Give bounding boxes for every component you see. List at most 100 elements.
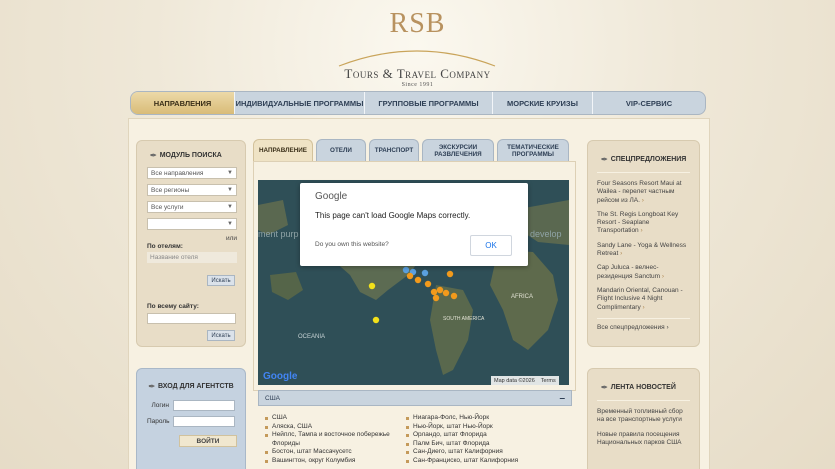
login-button[interactable]: ВОЙТИ [179,435,237,447]
or-label: или [225,235,237,242]
tab-direction[interactable]: НАПРАВЛЕНИЕ [253,139,313,161]
tab-thematic-programs[interactable]: ТЕМАТИЧЕСКИЕ ПРОГРАММЫ [497,139,569,161]
site-search-button[interactable]: Искать [207,330,235,341]
password-label: Пароль [147,418,170,425]
password-row: Пароль [147,416,235,427]
agent-title-text: ВХОД ДЛЯ АГЕНТСТВ [158,383,234,390]
site-search-input[interactable] [147,313,236,324]
dialog-ok-button[interactable]: OK [470,235,512,256]
chevron-down-icon: ▼ [227,204,233,210]
login-input[interactable] [173,400,235,411]
offer-text: Four Seasons Resort Maui at Wailea - пер… [597,180,682,204]
place-link[interactable]: Ниагара-Фолс, Нью-Йорк [406,414,566,423]
places-list-left: США Аляска, США Нейплс, Тампа и восточно… [265,414,395,466]
map-marker[interactable] [421,269,429,277]
place-link[interactable]: Нейплс, Тампа и восточное побережье Флор… [265,431,395,448]
select-regions[interactable]: Все регионы ▼ [147,184,237,196]
nav-sea-cruises[interactable]: МОРСКИЕ КРУИЗЫ [493,92,593,114]
place-link[interactable]: Бостон, штат Массачусетс [265,448,395,457]
google-logo[interactable]: Google [263,371,297,382]
all-offers-text: Все спецпредложения [597,323,665,331]
watermark-left: ment purp [258,229,299,239]
offer-text: The St. Regis Longboat Key Resort - Seap… [597,210,679,235]
nav-individual-programs[interactable]: ИНДИВИДУАЛЬНЫЕ ПРОГРАММЫ [235,92,365,114]
nav-vip-service[interactable]: VIP-СЕРВИС [593,92,705,114]
offer-item[interactable]: Cap Juluca - велнес-резиденция Sanctum › [597,264,690,281]
site-logo[interactable]: RSB Tours & Travel Company Since 1991 [0,8,835,88]
map-marker[interactable] [442,289,450,297]
news-feed-box: ✒ ЛЕНТА НОВОСТЕЙ Временный топливный сбо… [587,368,700,469]
region-header[interactable]: США – [258,390,572,406]
tab-excursions[interactable]: ЭКСКУРСИИ РАЗВЛЕЧЕНИЯ [422,139,494,161]
tab-transport[interactable]: ТРАНСПОРТ [369,139,419,161]
pen-icon: ✒ [150,151,157,160]
news-item[interactable]: Новые правила посещения Национальных пар… [597,431,690,448]
pen-icon: ✒ [601,155,608,164]
map-marker[interactable] [402,266,410,274]
offer-item[interactable]: Four Seasons Resort Maui at Wailea - пер… [597,180,690,205]
all-offers-link[interactable]: Все спецпредложения › [597,317,690,331]
map-marker[interactable] [414,276,422,284]
places-list-right: Ниагара-Фолс, Нью-Йорк Нью-Йорк, штат Нь… [406,414,566,466]
dialog-own-site-link[interactable]: Do you own this website? [315,241,389,248]
main-nav: НАПРАВЛЕНИЯ ИНДИВИДУАЛЬНЫЕ ПРОГРАММЫ ГРУ… [130,91,706,115]
place-link[interactable]: Вашингтон, округ Колумбия [265,457,395,466]
map-marker[interactable] [430,288,438,296]
maps-error-dialog: Google This page can't load Google Maps … [300,183,528,266]
map-marker[interactable] [424,280,432,288]
chevron-down-icon: ▼ [227,221,233,227]
logo-since: Since 1991 [401,82,434,88]
watermark-right: develop [530,229,562,239]
place-link[interactable]: США [265,414,395,423]
map-marker[interactable] [368,282,376,290]
agent-login-box: ✒ ВХОД ДЛЯ АГЕНТСТВ Логин Пароль ВОЙТИ [136,368,246,469]
select-directions[interactable]: Все направления ▼ [147,167,237,179]
news-item[interactable]: Временный топливный сбор на все транспор… [597,408,690,425]
search-module-title: ✒ МОДУЛЬ ПОИСКА [147,151,235,160]
news-title: ✒ ЛЕНТА НОВОСТЕЙ [597,377,690,401]
search-title-text: МОДУЛЬ ПОИСКА [159,152,222,159]
offer-text: Mandarin Oriental, Canouan - Flight Incl… [597,286,683,311]
place-link[interactable]: Сан-Диего, штат Калифорния [406,448,566,457]
map-marker[interactable] [372,316,380,324]
offer-text: Cap Juluca - велнес-резиденция Sanctum [597,264,661,280]
agent-login-title: ✒ ВХОД ДЛЯ АГЕНТСТВ [147,382,235,391]
password-input[interactable] [173,416,235,427]
place-link[interactable]: Сан-Франциско, штат Калифорния [406,457,566,466]
tab-hotels[interactable]: ОТЕЛИ [316,139,366,161]
logo-mark: RSB [389,8,446,39]
hotel-search-button[interactable]: Искать [207,275,235,286]
place-link[interactable]: Орландо, штат Флорида [406,431,566,440]
offer-item[interactable]: Mandarin Oriental, Canouan - Flight Incl… [597,287,690,312]
offer-item[interactable]: The St. Regis Longboat Key Resort - Seap… [597,211,690,236]
map-data-label: Map data ©2026 [494,377,535,384]
map-marker[interactable] [432,294,440,302]
nav-group-programs[interactable]: ГРУППОВЫЕ ПРОГРАММЫ [365,92,493,114]
select-empty[interactable]: ▼ [147,218,237,230]
hotel-name-input[interactable]: Название отеля [147,252,237,263]
map-terms-link[interactable]: Terms [541,378,556,384]
google-logo-text: Google [263,371,298,382]
offers-title-text: СПЕЦПРЕДЛОЖЕНИЯ [610,156,687,163]
logo-arc-icon [338,50,496,67]
by-hotels-label: По отелям: [147,243,183,250]
select-services-value: Все услуги [151,203,184,211]
map-marker[interactable] [446,270,454,278]
select-services[interactable]: Все услуги ▼ [147,201,237,213]
arrow-right-icon: › [661,272,665,280]
place-link[interactable]: Палм Бич, штат Флорида [406,440,566,449]
nav-directions[interactable]: НАПРАВЛЕНИЯ [131,92,235,114]
place-link[interactable]: Аляска, США [265,423,395,432]
map-marker[interactable] [436,286,444,294]
dialog-google-brand: Google [315,191,348,202]
arrow-right-icon: › [640,227,643,235]
chevron-down-icon: ▼ [227,187,233,193]
offer-text: Sandy Lane - Yoga & Wellness Retreat [597,241,687,258]
offers-title: ✒ СПЕЦПРЕДЛОЖЕНИЯ [597,149,690,173]
offer-item[interactable]: Sandy Lane - Yoga & Wellness Retreat › [597,242,690,259]
map-marker[interactable] [406,272,414,280]
place-link[interactable]: Нью-Йорк, штат Нью-Йорк [406,423,566,432]
collapse-icon[interactable]: – [559,393,565,404]
pen-icon: ✒ [148,382,156,391]
map-marker[interactable] [450,292,458,300]
